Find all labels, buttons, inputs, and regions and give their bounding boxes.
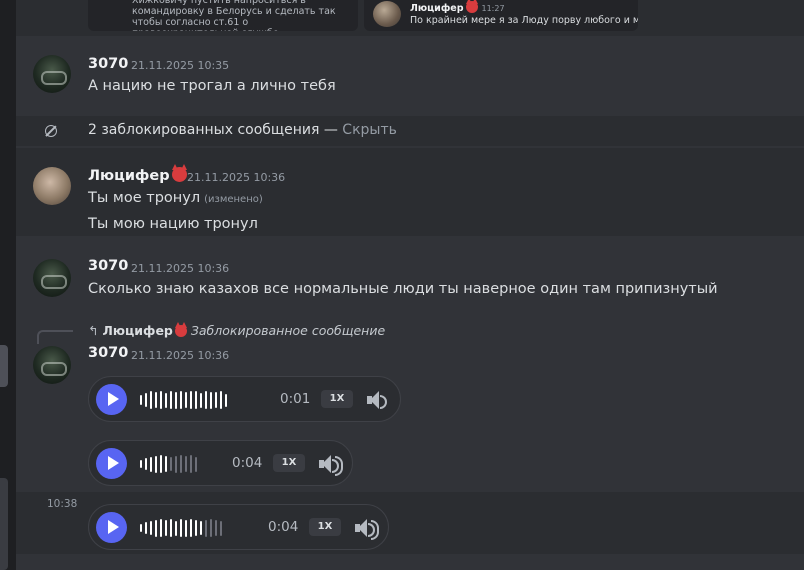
- voice-duration: 0:01: [280, 391, 311, 407]
- waveform[interactable]: [140, 454, 197, 474]
- play-icon[interactable]: [96, 448, 127, 479]
- embed-left-text: Хижковичу пустить напроситься в командир…: [132, 0, 336, 31]
- embed-username: Люцифер 11:27: [410, 0, 505, 14]
- play-icon[interactable]: [96, 384, 127, 415]
- voice-message: 0:04 1X: [88, 440, 353, 486]
- blocked-messages-label: 2 заблокированных сообщения — Скрыть: [88, 122, 397, 138]
- blocked-icon: [45, 125, 57, 137]
- volume-icon[interactable]: [354, 518, 379, 540]
- playback-speed-button[interactable]: 1X: [273, 454, 305, 472]
- avatar[interactable]: [33, 55, 71, 93]
- reply-connector: [37, 330, 73, 344]
- blocked-messages-row: 2 заблокированных сообщения — Скрыть: [16, 116, 804, 146]
- embed-card-left[interactable]: Хижковичу пустить напроситься в командир…: [88, 0, 358, 31]
- reply-arrow-icon: ↰: [88, 323, 99, 338]
- reply-username: Люцифер: [102, 323, 173, 338]
- scroll-tab-lower[interactable]: [0, 478, 8, 570]
- playback-speed-button[interactable]: 1X: [309, 518, 341, 536]
- avatar[interactable]: [33, 346, 71, 384]
- play-icon[interactable]: [96, 512, 127, 543]
- left-sidebar: [0, 0, 16, 570]
- reply-text: Заблокированное сообщение: [190, 323, 386, 338]
- embed-message: По крайней мере я за Люду порву любого и…: [410, 15, 638, 26]
- message-line: Ты мое тронул: [88, 190, 201, 206]
- embed-time: 11:27: [481, 4, 505, 13]
- devil-emoji-icon: [171, 164, 187, 182]
- edited-label: (изменено): [204, 194, 263, 205]
- username[interactable]: 3070: [88, 258, 128, 274]
- voice-duration: 0:04: [232, 455, 263, 471]
- avatar[interactable]: [33, 259, 71, 297]
- username[interactable]: 3070: [88, 56, 128, 72]
- scroll-tab[interactable]: [0, 345, 8, 387]
- voice-message: 0:04 1X: [88, 504, 389, 550]
- hover-timestamp: 10:38: [47, 498, 78, 510]
- voice-message: 0:01 1X: [88, 376, 401, 422]
- username[interactable]: 3070: [88, 345, 128, 361]
- hide-blocked-link[interactable]: Скрыть: [342, 122, 397, 138]
- username[interactable]: Люцифер: [88, 164, 187, 184]
- message-text: А нацию не трогал а лично тебя: [88, 78, 336, 94]
- avatar: [373, 1, 401, 27]
- timestamp: 21.11.2025 10:35: [131, 59, 230, 72]
- username-text: Люцифер: [88, 168, 170, 184]
- blocked-count-text: 2 заблокированных сообщения —: [88, 122, 343, 138]
- timestamp: 21.11.2025 10:36: [187, 171, 286, 184]
- timestamp: 21.11.2025 10:36: [131, 349, 230, 362]
- waveform[interactable]: [140, 390, 227, 410]
- waveform[interactable]: [140, 518, 222, 538]
- reply-preview[interactable]: ↰ Люцифер Заблокированное сообщение: [88, 322, 386, 338]
- embed-card-right[interactable]: Люцифер 11:27 По крайней мере я за Люду п…: [364, 0, 638, 31]
- devil-emoji-icon: [465, 0, 478, 13]
- playback-speed-button[interactable]: 1X: [321, 390, 353, 408]
- message-text: Ты мою нацию тронул: [88, 216, 258, 232]
- volume-icon[interactable]: [366, 390, 388, 410]
- message-text: Ты мое тронул (изменено): [88, 190, 263, 206]
- message-text: Сколько знаю казахов все нормальные люди…: [88, 281, 718, 297]
- timestamp: 21.11.2025 10:36: [131, 262, 230, 275]
- devil-emoji-icon: [174, 322, 187, 337]
- embed-username-text: Люцифер: [410, 3, 464, 14]
- avatar[interactable]: [33, 167, 71, 205]
- volume-icon[interactable]: [318, 454, 343, 476]
- voice-duration: 0:04: [268, 519, 299, 535]
